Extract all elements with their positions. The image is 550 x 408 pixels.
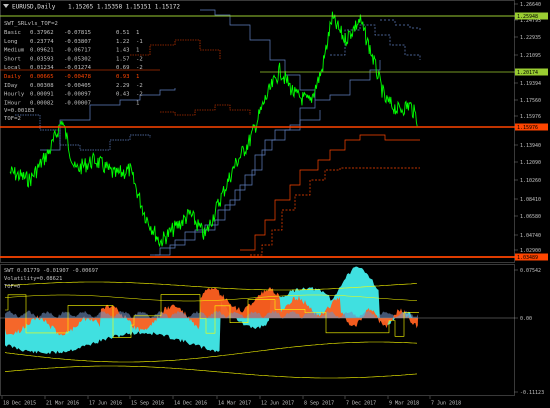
legend-cell: Local	[4, 65, 21, 71]
time-label: 12 Jun 2017	[261, 401, 294, 407]
legend-cell: IDay	[4, 83, 18, 89]
axis-label: 1.19394	[520, 81, 541, 87]
price-badge-label: 1.25948	[517, 14, 538, 20]
time-label: 14 Mar 2017	[218, 401, 251, 407]
legend-cell: 1.43	[116, 48, 129, 54]
legend-cell: -0.00405	[64, 83, 91, 89]
legend-cell: 1	[136, 48, 139, 54]
sub-axis-label: 0.07542	[520, 268, 541, 274]
legend-cell: -0.03807	[64, 39, 91, 45]
legend-cell: Hourly	[4, 92, 25, 98]
legend-cell: Long	[4, 39, 17, 45]
v-value: V=0.00183	[4, 108, 34, 114]
legend-cell: Daily	[4, 74, 21, 80]
axis-label: 1.02900	[520, 248, 541, 254]
time-label: 9 Mar 2018	[389, 401, 419, 407]
time-label: 15 Sep 2016	[131, 401, 164, 407]
legend-cell: 1	[136, 100, 139, 106]
time-label: 17 Jun 2016	[89, 401, 122, 407]
price-badge-label: 1.03489	[517, 255, 538, 261]
time-label: 14 Dec 2016	[174, 401, 207, 407]
axis-label: 1.22935	[520, 35, 541, 41]
legend-cell: 0.43	[116, 92, 129, 98]
legend-cell: -0.00478	[64, 74, 92, 80]
trading-chart-window: EURUSD,Daily 1.15265 1.15358 1.15151 1.1…	[0, 0, 550, 408]
symbol-title: EURUSD,Daily	[12, 4, 56, 11]
legend-cell: -0.06717	[64, 48, 91, 54]
legend-cell: -2	[136, 56, 143, 62]
legend-cell: -2	[136, 92, 143, 98]
legend-cell: -2	[136, 65, 143, 71]
legend-cell: 0.09621	[30, 48, 54, 54]
legend-cell: -0.01274	[64, 65, 92, 71]
time-label: 8 Sep 2017	[304, 401, 334, 407]
tof-value: TOF=2	[4, 116, 21, 122]
legend-cell: Short	[4, 56, 21, 62]
axis-label: 1.17560	[520, 98, 541, 104]
axis-label: 1.21095	[520, 53, 541, 59]
legend-cell: -0.05302	[64, 56, 91, 62]
ohlc-values: 1.15265 1.15358 1.15151 1.15172	[68, 4, 180, 11]
swt-values: SWT 0.01779 -0.01907 -0.00697	[4, 268, 98, 274]
price-badge-label: 1.20174	[517, 70, 538, 76]
legend-cell: -0.00007	[64, 100, 91, 106]
axis-label: 1.26640	[520, 2, 541, 8]
legend-cell: 1	[136, 30, 139, 36]
legend-cell: -0.07815	[64, 30, 91, 36]
time-label: 21 Mar 2016	[46, 401, 79, 407]
legend-cell: 0.00091	[30, 92, 54, 98]
axis-label: 1.13940	[520, 143, 541, 149]
time-label: 7 Dec 2017	[346, 401, 376, 407]
legend-cell: 1.22	[116, 39, 129, 45]
legend-cell: 0.00082	[30, 100, 54, 106]
axis-label: 1.12090	[520, 160, 541, 166]
legend-cell: Basic	[4, 30, 21, 36]
legend-cell: 0.51	[116, 30, 129, 36]
legend-cell: 0.03593	[30, 56, 54, 62]
indicator-title: SWT_SRLvls_TOF=2	[4, 21, 58, 27]
legend-cell: 0.23774	[30, 39, 54, 45]
legend-cell: Medium	[4, 48, 25, 54]
legend-cell: -1	[136, 39, 143, 45]
sub-axis-label: 0.00	[520, 316, 532, 322]
time-label: 18 Dec 2015	[3, 401, 36, 407]
sub-tof-value: TOF=0	[4, 284, 20, 290]
axis-label: 1.10260	[520, 178, 541, 184]
legend-cell: IHour	[4, 100, 21, 106]
axis-label: 1.06580	[520, 214, 541, 220]
legend-cell: 0.00665	[30, 74, 54, 80]
axis-label: 1.08410	[520, 197, 541, 203]
volatility-value: Volatility=0.08621	[4, 276, 62, 282]
axis-label: 1.15976	[520, 114, 541, 120]
legend-cell: 0.93	[116, 74, 129, 80]
legend-cell: 0.00308	[30, 83, 54, 89]
legend-cell: 0.01234	[30, 65, 54, 71]
sub-axis-label: -0.11123	[520, 390, 544, 396]
price-badge-label: 1.15976	[517, 125, 538, 131]
legend-cell: 2.29	[116, 83, 129, 89]
legend-cell: 0.69	[116, 65, 129, 71]
legend-cell: 0.37962	[30, 30, 54, 36]
legend-cell: 1.57	[116, 56, 129, 62]
time-label: 7 Jun 2018	[431, 401, 461, 407]
legend-cell: 1	[136, 74, 139, 80]
axis-label: 1.04740	[520, 233, 541, 239]
legend-cell: -2	[136, 83, 143, 89]
legend-cell: -0.00097	[64, 92, 91, 98]
